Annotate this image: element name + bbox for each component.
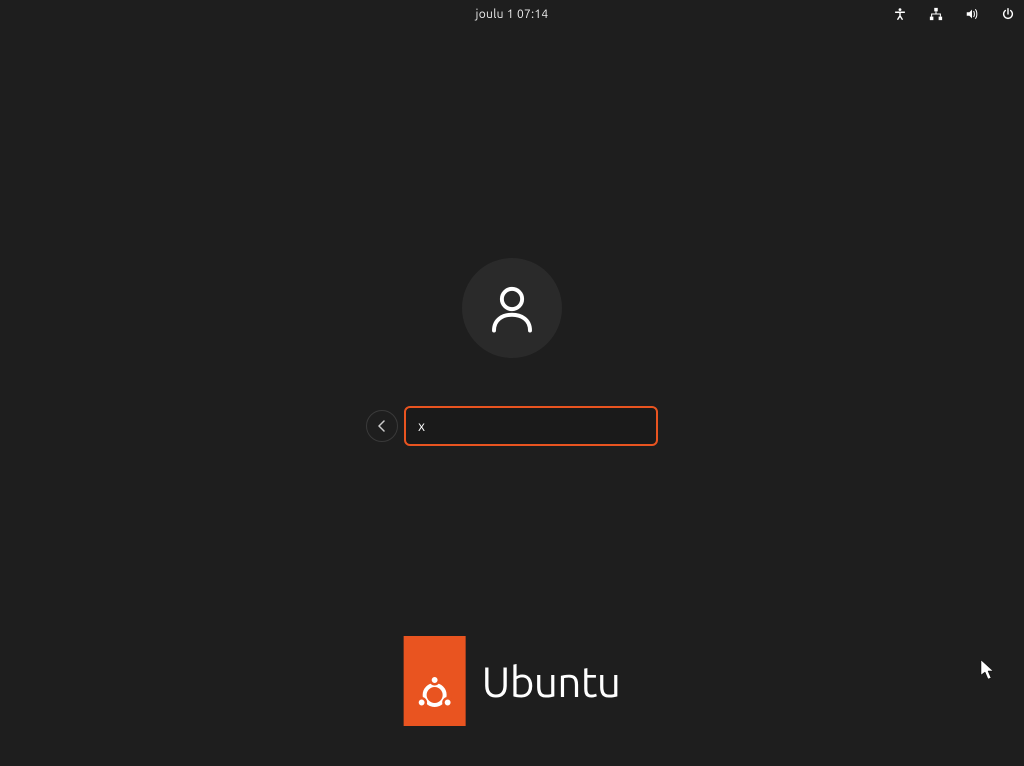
topbar: joulu 1 07:14 [0, 0, 1024, 28]
ubuntu-circle-icon [414, 674, 456, 716]
username-input[interactable] [404, 406, 658, 446]
topbar-system-icons [892, 0, 1016, 28]
volume-icon[interactable] [964, 6, 980, 22]
back-button[interactable] [366, 410, 398, 442]
ubuntu-logo-mark [404, 636, 466, 726]
ubuntu-wordmark: Ubuntu [482, 658, 621, 705]
user-avatar [462, 258, 562, 358]
clock-label[interactable]: joulu 1 07:14 [476, 8, 549, 21]
power-icon[interactable] [1000, 6, 1016, 22]
ubuntu-branding: Ubuntu [404, 636, 621, 726]
chevron-left-icon [377, 420, 387, 432]
accessibility-icon[interactable] [892, 6, 908, 22]
network-icon[interactable] [928, 6, 944, 22]
mouse-cursor-icon [980, 659, 996, 681]
login-input-row [366, 406, 658, 446]
user-icon [485, 281, 539, 335]
